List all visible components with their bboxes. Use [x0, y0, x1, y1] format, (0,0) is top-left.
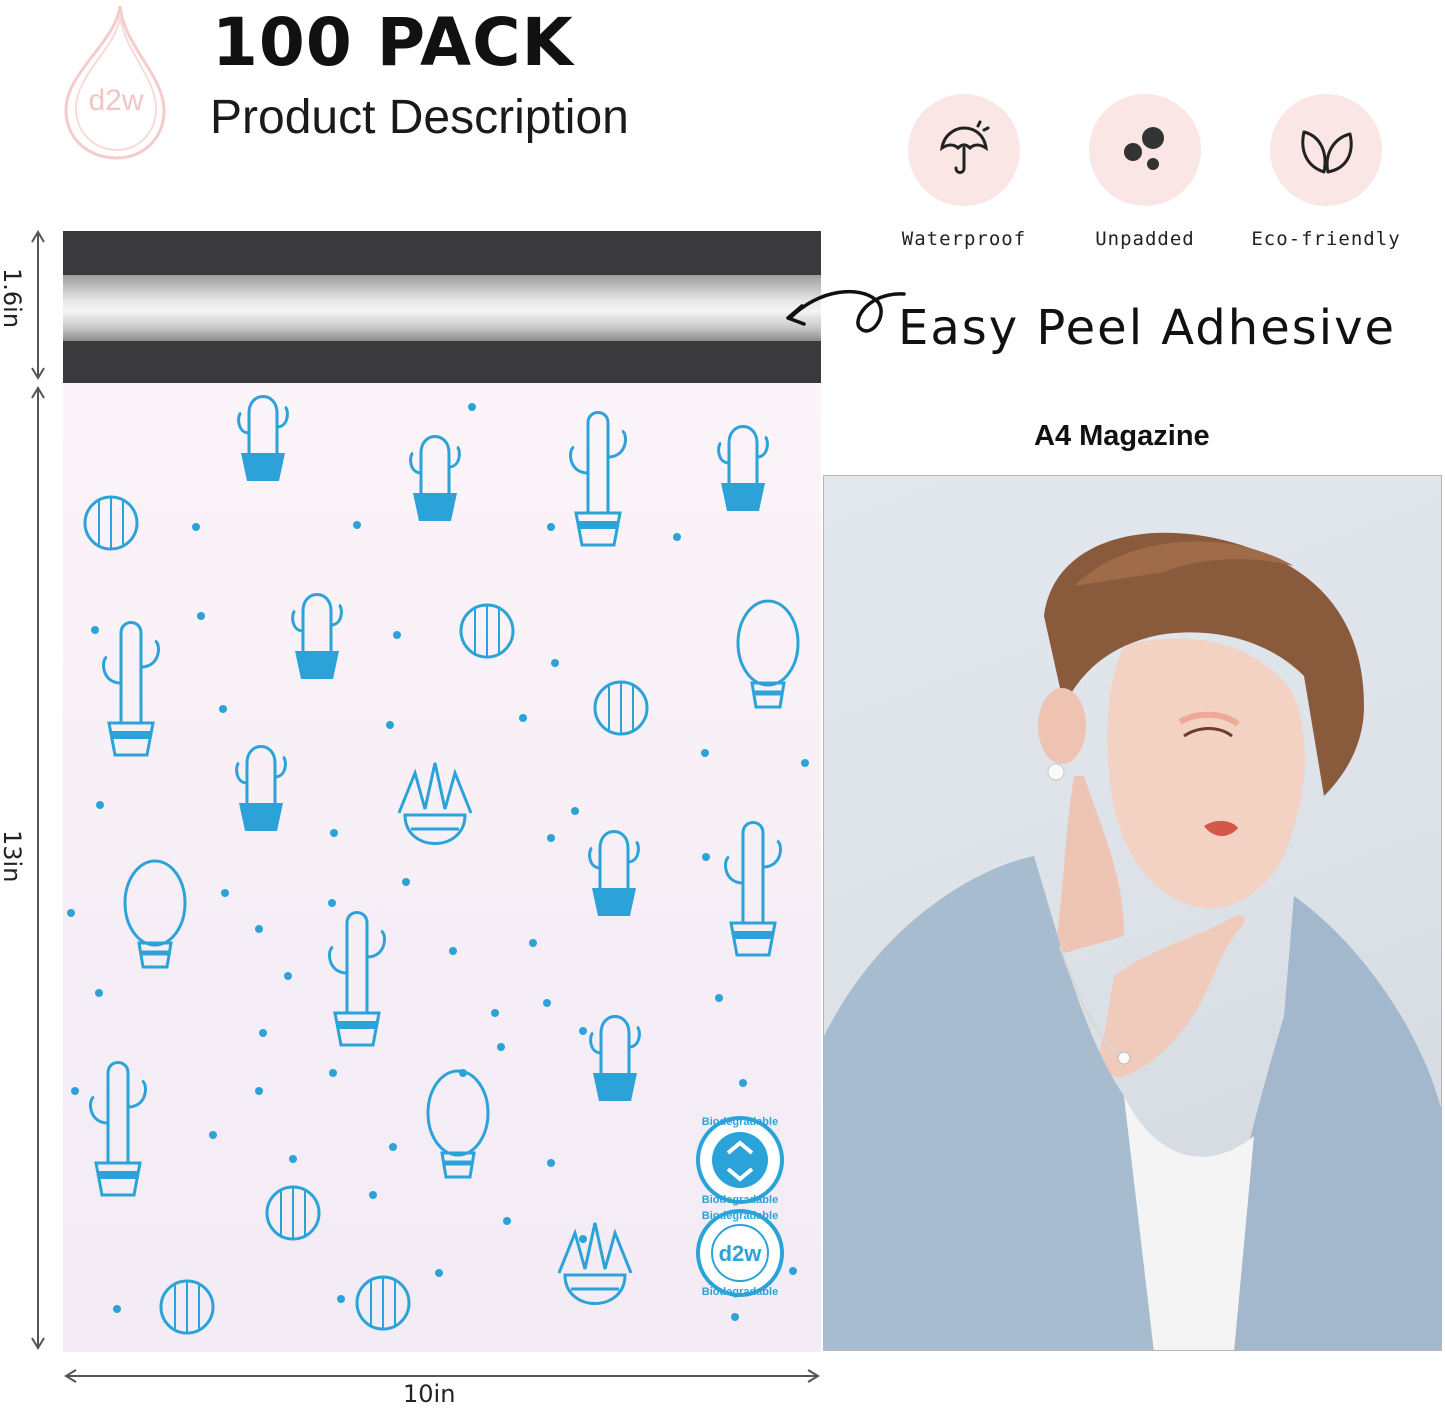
feature-unpadded: Unpadded	[1065, 94, 1225, 250]
bag-height-label: 13in	[0, 826, 26, 887]
d2w-logo: d2w	[58, 2, 168, 160]
adhesive-strip-bottom	[63, 341, 821, 383]
d2w-logo-text: d2w	[88, 84, 143, 117]
adhesive-label: Easy Peel Adhesive	[898, 300, 1396, 356]
adhesive-strip-top	[63, 231, 821, 275]
cactus-pattern: Biodegradable Biodegradable d2w Biodegra…	[67, 395, 809, 1335]
flap-height-label: 1.6in	[0, 268, 26, 329]
mailer-bag: Biodegradable Biodegradable d2w Biodegra…	[63, 383, 821, 1352]
feature-label: Waterproof	[901, 228, 1027, 250]
biodegradable-text: Biodegradable	[702, 1116, 778, 1128]
comparison-label: A4 Magazine	[1034, 420, 1210, 452]
biodegradable-text: Biodegradable	[702, 1286, 778, 1298]
biodegradable-text: Biodegradable	[702, 1210, 778, 1222]
feature-label: Unpadded	[1095, 228, 1195, 250]
feature-eco-friendly: Eco-friendly	[1246, 94, 1406, 250]
page-title: 100 PACK	[212, 4, 574, 81]
leaf-icon	[1270, 94, 1382, 206]
adhesive-release-liner	[63, 275, 821, 341]
bag-height-arrow	[31, 386, 45, 1350]
page-subtitle: Product Description	[210, 91, 629, 144]
d2w-text: d2w	[719, 1241, 763, 1266]
magazine-photo	[823, 475, 1442, 1351]
d2w-badge: d2w Biodegradable Biodegradable	[696, 1209, 784, 1298]
biodegradable-text: Biodegradable	[702, 1194, 778, 1206]
feature-waterproof: Waterproof	[884, 94, 1044, 250]
pointer-arrow-icon	[786, 289, 906, 333]
flap-height-arrow	[31, 230, 45, 380]
feature-label: Eco-friendly	[1251, 228, 1401, 250]
dots-icon	[1089, 94, 1201, 206]
biodegradable-badge: Biodegradable Biodegradable	[696, 1116, 784, 1206]
umbrella-icon	[908, 94, 1020, 206]
bag-width-label: 10in	[403, 1380, 456, 1408]
